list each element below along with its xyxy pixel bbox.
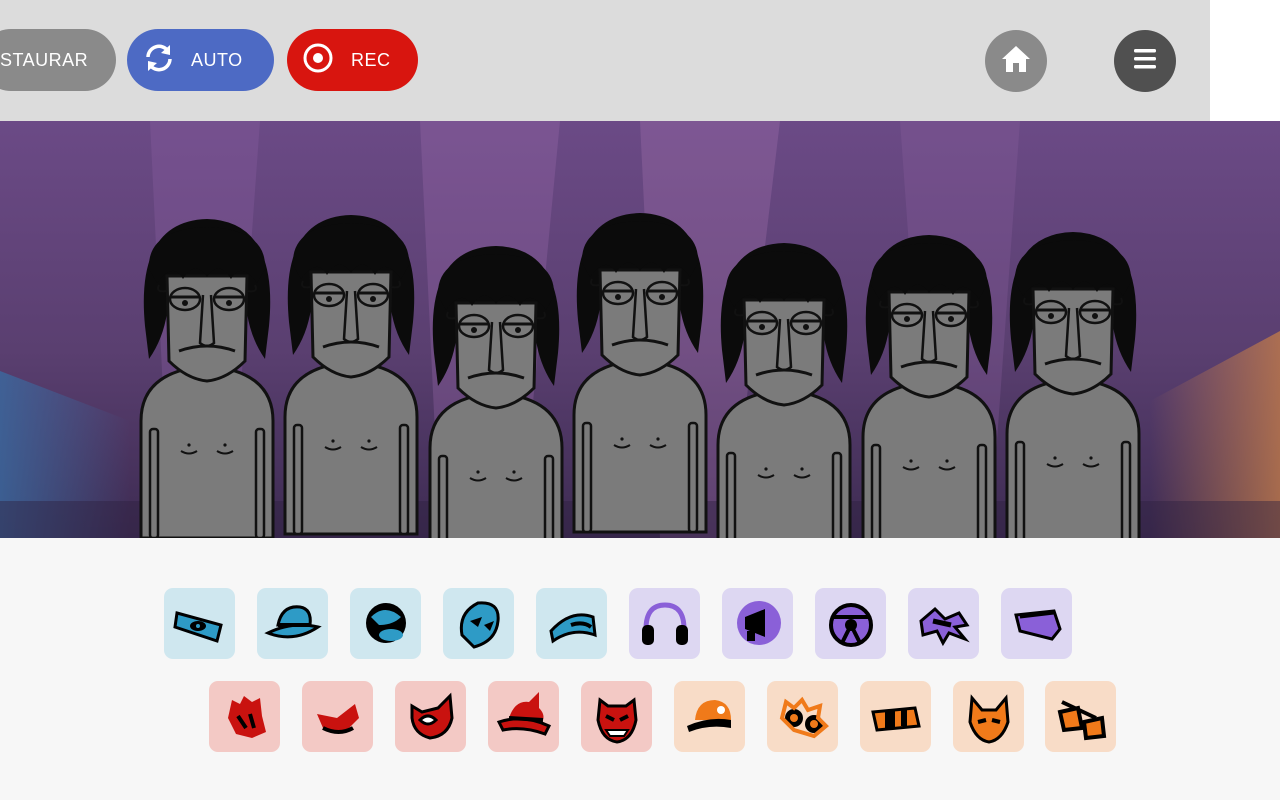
rec-label: REC [351, 49, 391, 70]
effect-megaphone-icon[interactable] [722, 588, 793, 659]
voice-headband-icon[interactable] [860, 681, 931, 752]
effect-wheel-icon[interactable] [815, 588, 886, 659]
voice-cap-icon[interactable] [674, 681, 745, 752]
beat-mask-icon[interactable] [443, 588, 514, 659]
restore-label: STAURAR [0, 49, 89, 70]
refresh-icon [141, 40, 177, 81]
voice-sunglasses-icon[interactable] [1045, 681, 1116, 752]
sound-tray [0, 538, 1280, 800]
stage [0, 121, 1280, 538]
record-button[interactable]: REC [287, 29, 418, 91]
beat-visor-icon[interactable] [536, 588, 607, 659]
beat-blindfold-icon[interactable] [164, 588, 235, 659]
beat-fedora-icon[interactable] [257, 588, 328, 659]
beat-cap-icon[interactable] [350, 588, 421, 659]
voice-foxmask-icon[interactable] [953, 681, 1024, 752]
restore-button[interactable]: STAURAR [0, 29, 116, 91]
home-icon [1000, 43, 1032, 80]
melody-beret-icon[interactable] [302, 681, 373, 752]
polo-character[interactable] [139, 217, 275, 538]
melody-hornhat-icon[interactable] [488, 681, 559, 752]
home-button[interactable] [985, 30, 1047, 92]
effect-bandana-icon[interactable] [1001, 588, 1072, 659]
melody-demonmask-icon[interactable] [581, 681, 652, 752]
polo-character[interactable] [572, 211, 708, 534]
polo-character[interactable] [283, 213, 419, 536]
melody-glove-icon[interactable] [209, 681, 280, 752]
menu-button[interactable] [1114, 30, 1176, 92]
voice-goggles-icon[interactable] [767, 681, 838, 752]
top-right-blank [1210, 0, 1280, 121]
auto-button[interactable]: AUTO [127, 29, 274, 91]
auto-label: AUTO [191, 49, 243, 70]
effect-bird-icon[interactable] [908, 588, 979, 659]
record-icon [301, 41, 335, 80]
melody-catmask-icon[interactable] [395, 681, 466, 752]
hamburger-icon [1131, 45, 1159, 78]
effect-headphones-icon[interactable] [629, 588, 700, 659]
